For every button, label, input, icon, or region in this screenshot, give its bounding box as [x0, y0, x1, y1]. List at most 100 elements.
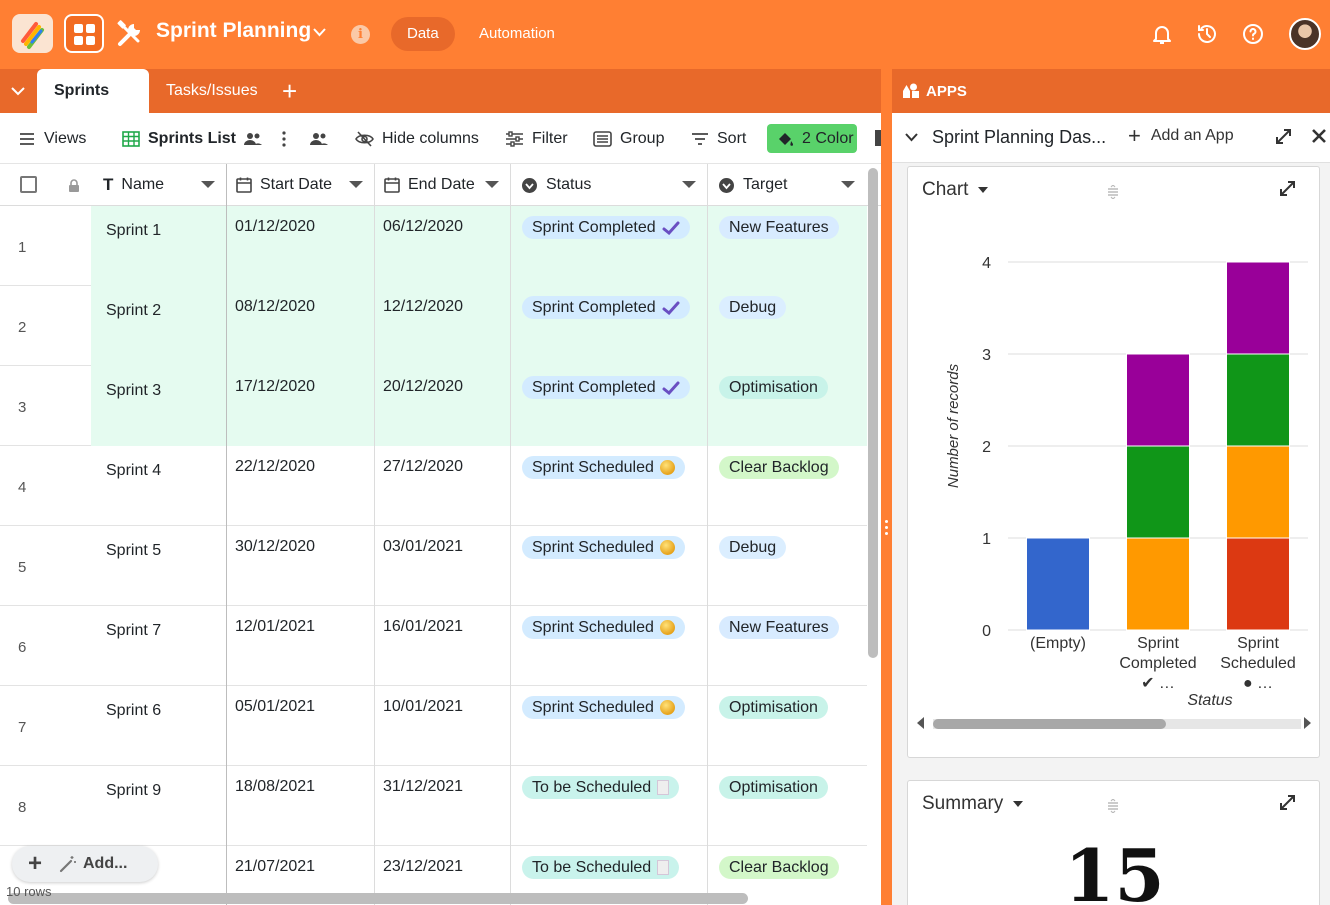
cell-name[interactable]: Sprint 1: [106, 222, 161, 240]
status-badge[interactable]: Sprint Scheduled: [522, 456, 685, 479]
dashboard-title[interactable]: Sprint Planning Das...: [932, 127, 1106, 148]
chevron-down-icon[interactable]: [0, 69, 36, 113]
cell-name[interactable]: Sprint 2: [106, 302, 161, 320]
cell-end-date[interactable]: 06/12/2020: [383, 218, 463, 236]
help-icon[interactable]: [1241, 22, 1265, 46]
cell-start-date[interactable]: 05/01/2021: [235, 698, 315, 716]
target-badge[interactable]: New Features: [719, 616, 839, 639]
cell-start-date[interactable]: 08/12/2020: [235, 298, 315, 316]
scroll-left-icon[interactable]: [916, 717, 925, 729]
add-app-button[interactable]: + Add an App: [1128, 125, 1234, 147]
more-icon[interactable]: [281, 113, 287, 164]
add-table-button[interactable]: +: [282, 78, 297, 104]
select-all-checkbox[interactable]: [20, 176, 37, 193]
target-badge[interactable]: Debug: [719, 536, 787, 559]
close-icon[interactable]: [1311, 128, 1327, 144]
scroll-right-icon[interactable]: [1303, 717, 1312, 729]
color-button[interactable]: 2 Color: [767, 124, 857, 153]
chevron-down-icon[interactable]: [682, 181, 696, 188]
tab-tasks-issues[interactable]: Tasks/Issues: [149, 69, 275, 113]
bell-icon[interactable]: [1150, 22, 1174, 46]
target-badge[interactable]: Optimisation: [719, 776, 828, 799]
add-record-button[interactable]: + Add...: [12, 846, 158, 882]
cell-start-date[interactable]: 01/12/2020: [235, 218, 315, 236]
table-row[interactable]: 7 Sprint 6 05/01/2021 10/01/2021 Sprint Sche…: [0, 686, 867, 766]
table-row[interactable]: 6 Sprint 7 12/01/2021 16/01/2021 Sprint Sche…: [0, 606, 867, 686]
cell-end-date[interactable]: 10/01/2021: [383, 698, 463, 716]
table-row[interactable]: 4 Sprint 4 22/12/2020 27/12/2020 Sprint Sche…: [0, 446, 867, 526]
table-row[interactable]: 5 Sprint 5 30/12/2020 03/01/2021 Sprint Sche…: [0, 526, 867, 606]
cell-end-date[interactable]: 16/01/2021: [383, 618, 463, 636]
tab-sprints[interactable]: Sprints: [37, 69, 149, 139]
chevron-down-icon[interactable]: [485, 181, 499, 188]
cell-end-date[interactable]: 03/01/2021: [383, 538, 463, 556]
base-title[interactable]: Sprint Planning: [156, 19, 311, 43]
target-badge[interactable]: Clear Backlog: [719, 856, 839, 879]
horizontal-scrollbar[interactable]: [8, 893, 748, 904]
status-badge[interactable]: Sprint Completed: [522, 376, 690, 399]
chevron-down-icon[interactable]: [201, 181, 215, 188]
target-badge[interactable]: New Features: [719, 216, 839, 239]
table-row[interactable]: 2 Sprint 2 08/12/2020 12/12/2020 Sprint Comp…: [0, 286, 867, 366]
info-icon[interactable]: i: [351, 25, 370, 44]
status-badge[interactable]: Sprint Scheduled: [522, 536, 685, 559]
cell-start-date[interactable]: 12/01/2021: [235, 618, 315, 636]
cell-name[interactable]: Sprint 6: [106, 702, 161, 720]
status-badge[interactable]: Sprint Completed: [522, 216, 690, 239]
chevron-down-icon[interactable]: [905, 133, 918, 142]
target-badge[interactable]: Optimisation: [719, 696, 828, 719]
view-switcher[interactable]: Sprints List: [122, 113, 263, 164]
vertical-scrollbar[interactable]: [866, 168, 880, 658]
user-avatar[interactable]: [1289, 18, 1321, 50]
history-icon[interactable]: [1195, 22, 1219, 46]
status-badge[interactable]: Sprint Scheduled: [522, 696, 685, 719]
cell-end-date[interactable]: 31/12/2021: [383, 778, 463, 796]
tab-automation[interactable]: Automation: [463, 17, 571, 51]
status-badge[interactable]: Sprint Scheduled: [522, 616, 685, 639]
target-badge[interactable]: Debug: [719, 296, 787, 319]
cell-end-date[interactable]: 12/12/2020: [383, 298, 463, 316]
cell-end-date[interactable]: 27/12/2020: [383, 458, 463, 476]
status-badge[interactable]: Sprint Completed: [522, 296, 690, 319]
sort-button[interactable]: Sort: [691, 113, 746, 164]
cell-start-date[interactable]: 17/12/2020: [235, 378, 315, 396]
cell-start-date[interactable]: 30/12/2020: [235, 538, 315, 556]
summary-app-title[interactable]: Summary: [922, 793, 1024, 815]
column-header-target[interactable]: Target: [708, 164, 867, 206]
tab-data[interactable]: Data: [391, 17, 455, 51]
cell-name[interactable]: Sprint 5: [106, 542, 161, 560]
chevron-down-icon[interactable]: [313, 28, 326, 37]
filter-button[interactable]: Filter: [505, 113, 568, 164]
group-button[interactable]: Group: [593, 113, 664, 164]
column-header-status[interactable]: Status: [511, 164, 708, 206]
table-row[interactable]: 3 Sprint 3 17/12/2020 20/12/2020 Sprint Comp…: [0, 366, 867, 446]
status-badge[interactable]: To be Scheduled: [522, 856, 680, 879]
drag-handle-icon[interactable]: [1106, 799, 1120, 813]
chevron-down-icon[interactable]: [349, 181, 363, 188]
expand-icon[interactable]: [1276, 129, 1291, 144]
column-header-start-date[interactable]: Start Date: [227, 164, 375, 206]
table-row[interactable]: 8 Sprint 9 18/08/2021 31/12/2021 To be Sched…: [0, 766, 867, 846]
cell-start-date[interactable]: 18/08/2021: [235, 778, 315, 796]
hide-columns-button[interactable]: Hide columns: [355, 113, 479, 164]
cell-start-date[interactable]: 21/07/2021: [235, 858, 315, 876]
chevron-down-icon[interactable]: [841, 181, 855, 188]
views-button[interactable]: Views: [18, 113, 86, 164]
collaborators-icon[interactable]: [309, 113, 329, 164]
cell-start-date[interactable]: 22/12/2020: [235, 458, 315, 476]
panel-resize-handle[interactable]: [881, 69, 892, 905]
cell-end-date[interactable]: 20/12/2020: [383, 378, 463, 396]
cell-name[interactable]: Sprint 4: [106, 462, 161, 480]
target-badge[interactable]: Optimisation: [719, 376, 828, 399]
cell-name[interactable]: Sprint 9: [106, 782, 161, 800]
table-row[interactable]: 1 Sprint 1 01/12/2020 06/12/2020 Sprint Comp…: [0, 206, 867, 286]
cell-name[interactable]: Sprint 7: [106, 622, 161, 640]
status-badge[interactable]: To be Scheduled: [522, 776, 680, 799]
chart-scroll-thumb[interactable]: [933, 719, 1166, 729]
column-header-end-date[interactable]: End Date: [375, 164, 511, 206]
target-badge[interactable]: Clear Backlog: [719, 456, 839, 479]
apps-grid-icon[interactable]: [64, 14, 104, 53]
column-header-name[interactable]: T Name: [91, 164, 227, 206]
app-logo-icon[interactable]: [12, 14, 53, 53]
cell-end-date[interactable]: 23/12/2021: [383, 858, 463, 876]
